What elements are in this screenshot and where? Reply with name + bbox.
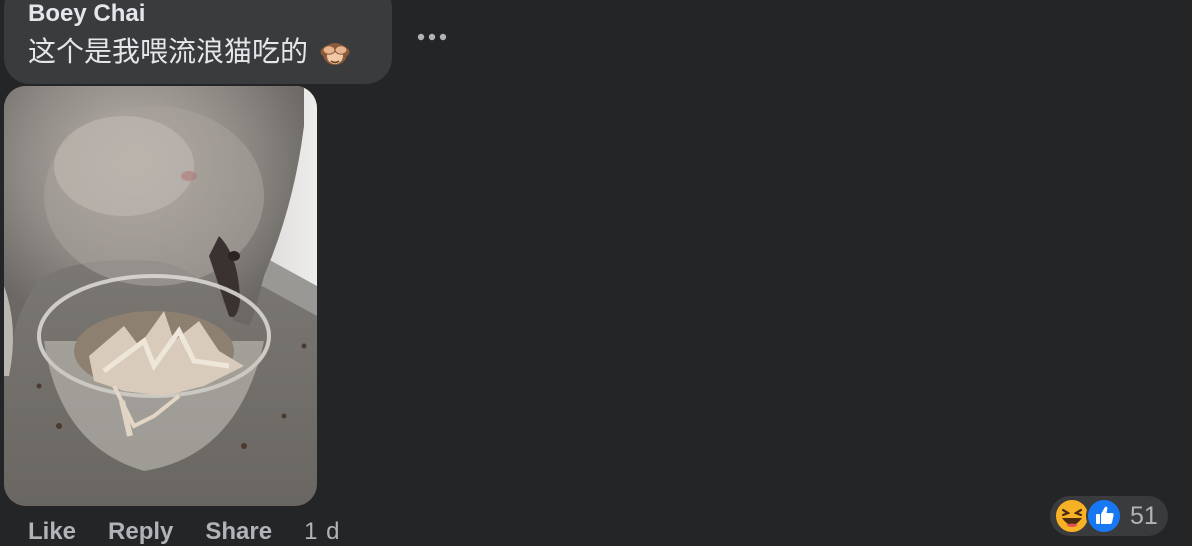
comment-thread: Boey Chai 这个是我喂流浪猫吃的 Like Reply Share 1 … — [0, 0, 1192, 546]
share-link[interactable]: Share — [205, 516, 272, 546]
cat-eating-photo — [4, 86, 317, 506]
more-options-button[interactable] — [412, 24, 452, 50]
comment-photo[interactable] — [4, 86, 317, 506]
more-horizontal-icon — [417, 33, 447, 41]
comment-text-line: 这个是我喂流浪猫吃的 — [28, 34, 351, 76]
like-link[interactable]: Like — [28, 516, 76, 546]
comment-timestamp[interactable]: 1 d — [304, 516, 340, 546]
reaction-count: 51 — [1130, 502, 1158, 530]
comment-actions: Like Reply Share 1 d — [28, 516, 340, 546]
comment-text: 这个是我喂流浪猫吃的 — [28, 35, 309, 68]
reply-link[interactable]: Reply — [108, 516, 173, 546]
comment-author-name[interactable]: Boey Chai — [28, 0, 145, 28]
reactions-summary[interactable]: 51 — [1050, 496, 1168, 536]
see-no-evil-monkey-icon — [319, 35, 351, 76]
like-reaction-icon — [1086, 498, 1122, 539]
haha-reaction-icon — [1054, 498, 1090, 539]
